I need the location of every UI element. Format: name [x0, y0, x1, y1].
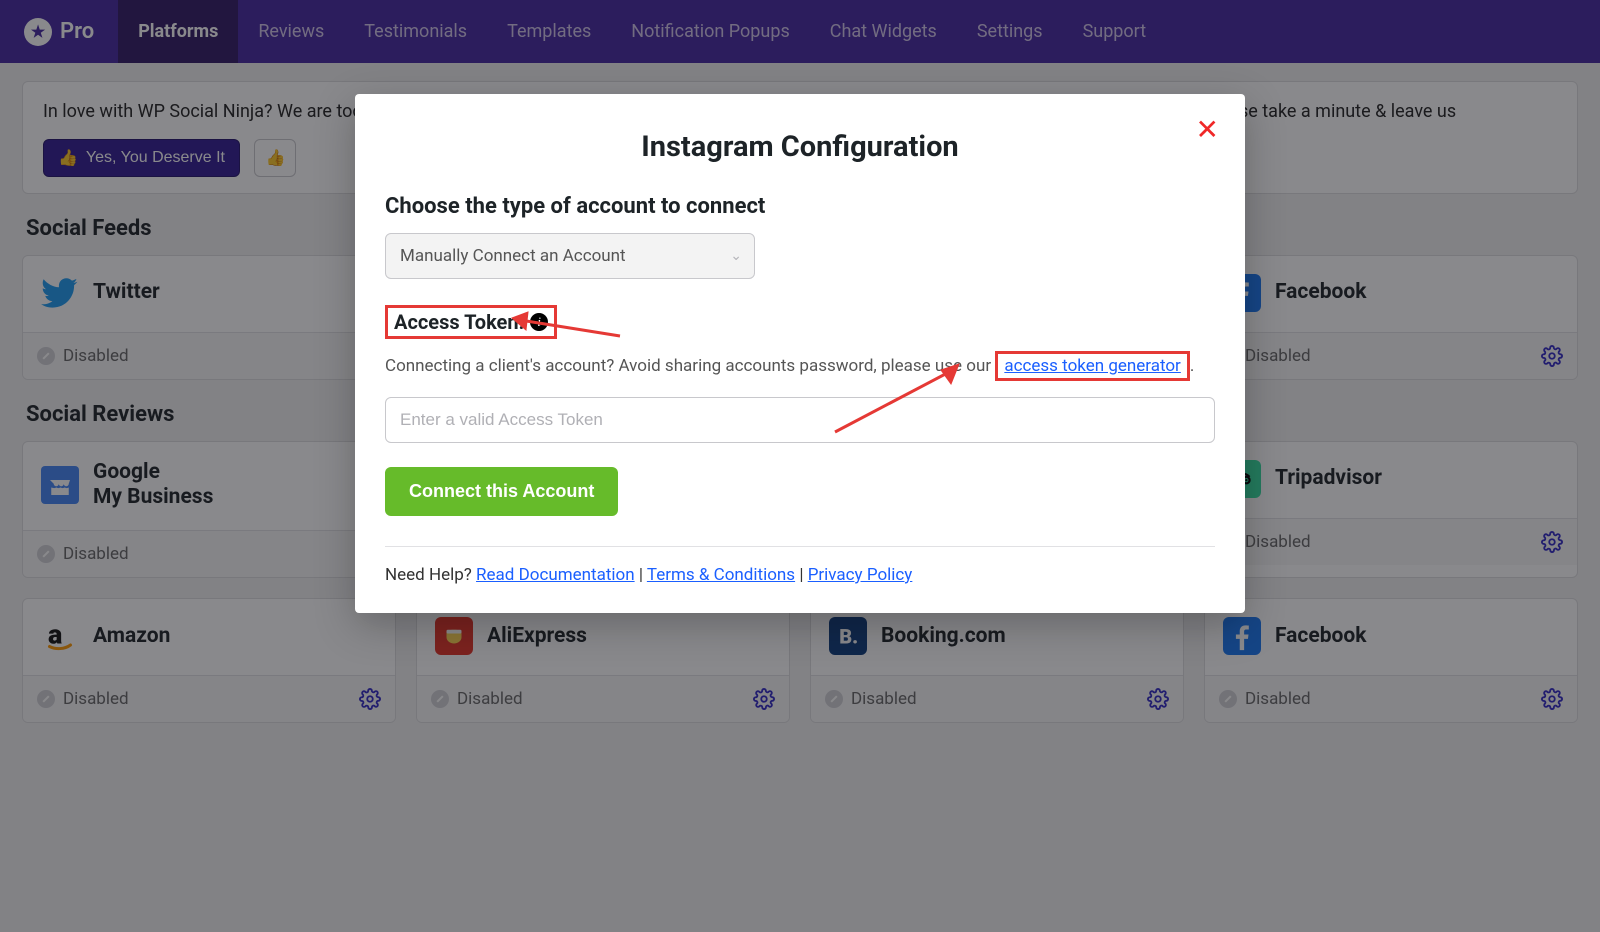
choose-account-label: Choose the type of account to connect — [385, 194, 1215, 219]
connect-type-select[interactable]: Manually Connect an Account ⌄ — [385, 233, 755, 279]
info-icon[interactable]: i — [530, 313, 548, 331]
connect-account-button[interactable]: Connect this Account — [385, 467, 618, 516]
access-token-label-highlight: Access Token: i — [385, 305, 557, 339]
terms-link[interactable]: Terms & Conditions — [647, 565, 795, 585]
access-token-label: Access Token: — [394, 310, 524, 334]
privacy-link[interactable]: Privacy Policy — [808, 565, 913, 585]
access-token-helper: Connecting a client's account? Avoid sha… — [385, 351, 1215, 381]
modal-divider — [385, 546, 1215, 547]
instagram-config-modal: ✕ Instagram Configuration Choose the typ… — [355, 94, 1245, 613]
close-icon[interactable]: ✕ — [1196, 116, 1219, 144]
select-value: Manually Connect an Account — [400, 246, 626, 266]
access-token-generator-link[interactable]: access token generator — [1004, 356, 1180, 376]
chevron-down-icon: ⌄ — [730, 248, 742, 264]
access-token-input[interactable] — [385, 397, 1215, 443]
access-token-generator-highlight: access token generator — [995, 351, 1189, 381]
modal-footer-help: Need Help? Read Documentation | Terms & … — [385, 565, 1215, 585]
modal-title: Instagram Configuration — [385, 130, 1215, 164]
read-documentation-link[interactable]: Read Documentation — [476, 565, 635, 585]
